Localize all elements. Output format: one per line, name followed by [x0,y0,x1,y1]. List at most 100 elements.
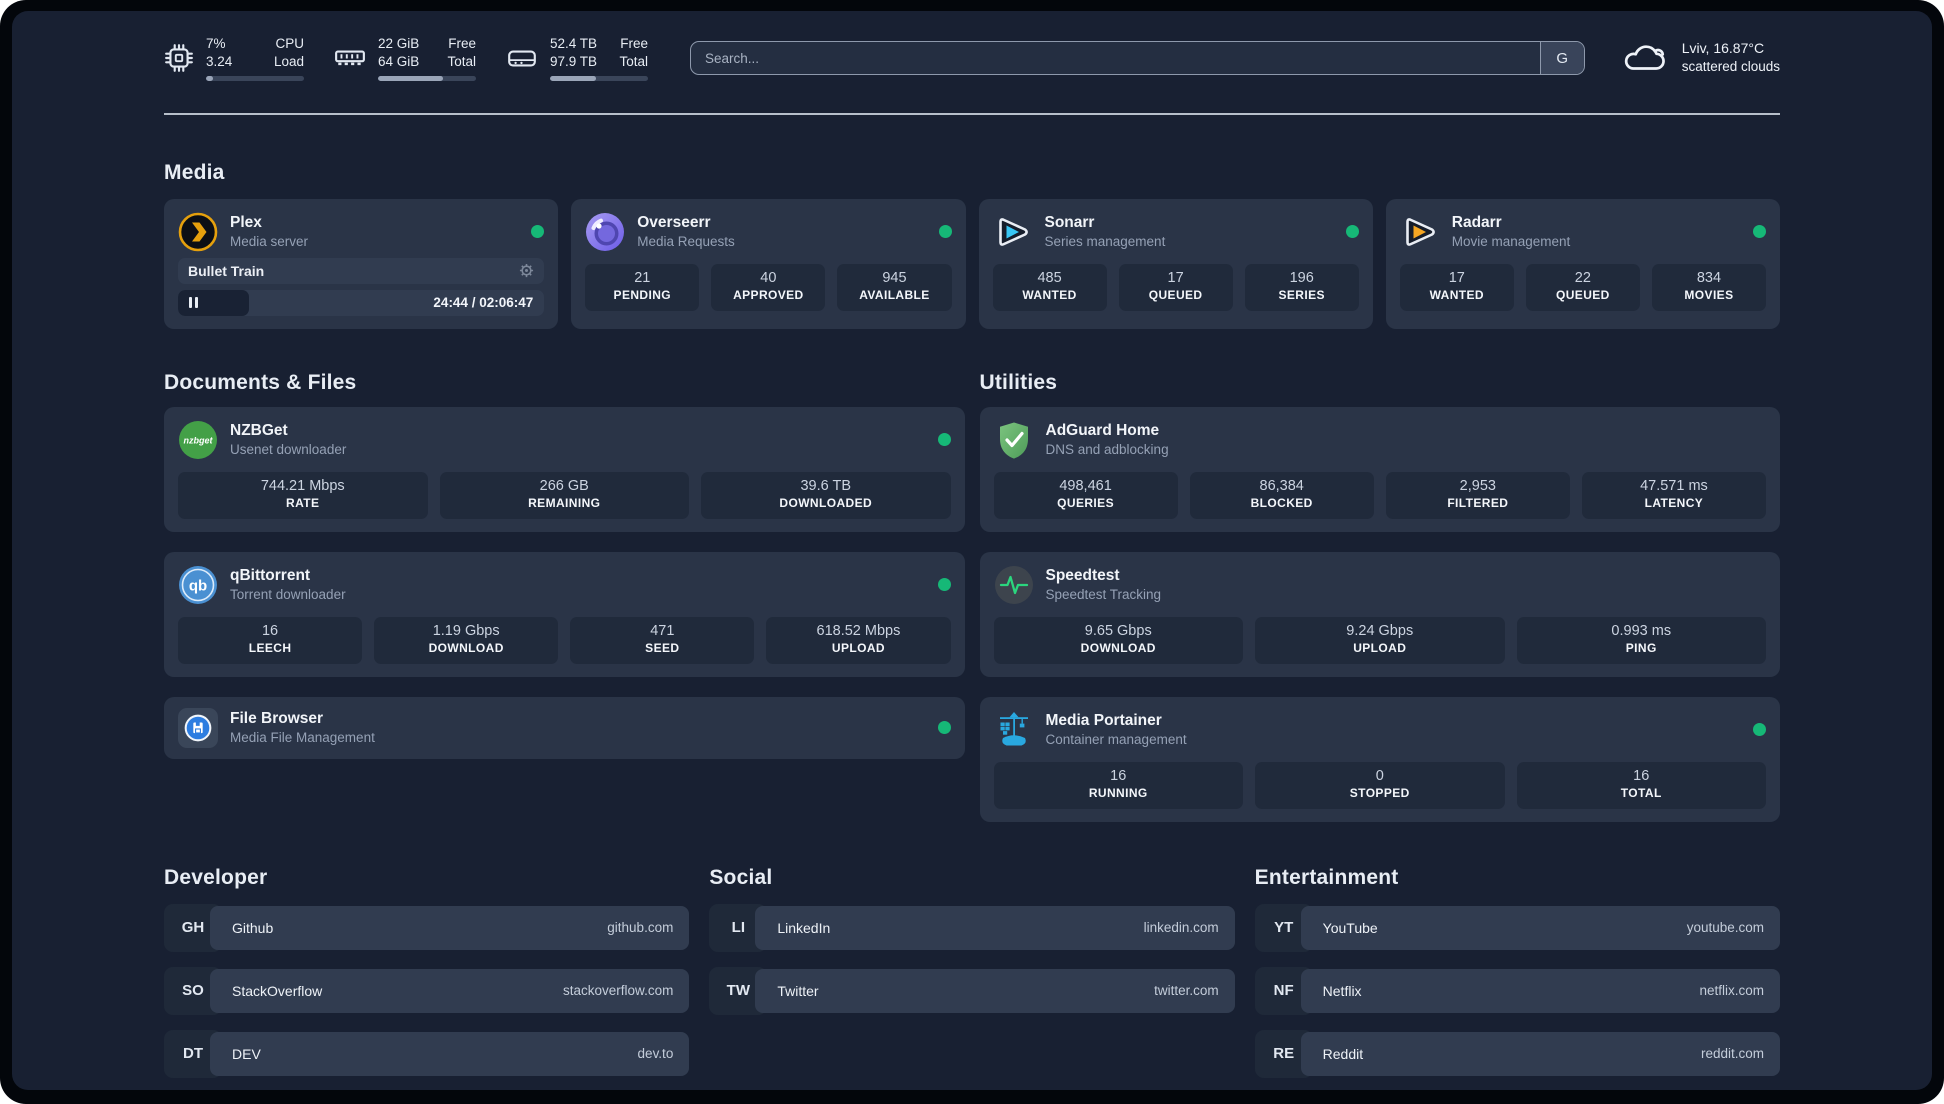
header: 7% CPU 3.24 Load 22 GiB Free 64 GiB Total [164,33,1780,83]
stat-tile: 498,461 QUERIES [993,471,1178,519]
link-twitter[interactable]: TW Twitter twitter.com [709,966,1235,1015]
stat-label: PING [1625,641,1657,656]
stat-tile: 744.21 Mbps RATE [178,471,428,519]
app-card-radarr[interactable]: Radarr Movie management 17 WANTED 22 QUEUE… [1385,198,1780,329]
header-divider [164,113,1780,115]
link-name: LinkedIn [777,919,831,936]
stat-tile: 1.19 Gbps DOWNLOAD [374,616,559,664]
memory-icon [335,50,365,66]
stat-label: LATENCY [1644,496,1704,511]
section-title-entertainment: Entertainment [1254,865,1399,889]
stat-label: WANTED [1022,288,1077,303]
status-dot [938,225,952,238]
storage-total: 97.9 TB [550,54,598,69]
playback-progress-bar[interactable]: 24:44 / 02:06:47 [178,289,545,316]
stat-tile: 86,384 BLOCKED [1189,471,1374,519]
link-github[interactable]: GH Github github.com [164,903,690,952]
adguard-icon [999,422,1028,459]
card-subtitle: Movie management [1451,233,1571,249]
entertainment-links: YT YouTube youtube.com NF Netflix netflix.… [1254,903,1780,1091]
stat-tile: 834 MOVIES [1651,263,1766,311]
app-card-plex[interactable]: Plex Media server Bullet Train 24:44 / 0… [164,198,559,329]
stat-label: REMAINING [528,496,601,511]
stat-tile: 485 WANTED [992,263,1107,311]
stat-tile: 9.65 Gbps DOWNLOAD [993,616,1243,664]
stat-label: PENDING [613,288,672,303]
stat-label: WANTED [1429,288,1484,303]
card-title: qBittorrent [230,566,311,584]
system-metrics: 7% CPU 3.24 Load 22 GiB Free 64 GiB Total [164,35,648,81]
svg-text:nzbget: nzbget [184,435,214,445]
link-reddit[interactable]: RE Reddit reddit.com [1254,1029,1780,1078]
load-label: Load [273,54,304,69]
card-title: Radarr [1451,213,1502,231]
status-dot [531,225,545,238]
section-title-social: Social [709,865,773,889]
status-dot [1753,723,1766,736]
stat-label: FILTERED [1447,496,1509,511]
section-title-utilities: Utilities [979,370,1058,394]
link-stackoverflow[interactable]: SO StackOverflow stackoverflow.com [164,966,690,1015]
link-name: Reddit [1322,1045,1364,1062]
memory-progress-bar [378,75,476,81]
link-url: youtube.com [1686,920,1764,935]
link-dev[interactable]: DT DEV dev.to [164,1029,690,1078]
stat-tile: 9.24 Gbps UPLOAD [1255,616,1505,664]
stat-label: DOWNLOAD [428,641,504,656]
link-name: Twitter [777,982,819,999]
radarr-icon [1405,217,1435,246]
memory-free: 22 GiB [378,36,420,52]
stat-tile: 47.571 ms LATENCY [1581,471,1766,519]
app-card-filebrowser[interactable]: File Browser Media File Management [164,696,965,759]
app-card-sonarr[interactable]: Sonarr Series management 485 WANTED 17 QUE… [978,198,1373,329]
storage-metric: 52.4 TB Free 97.9 TB Total [506,35,648,81]
stat-value: 17 [1167,270,1184,287]
memory-free-label: Free [448,36,476,52]
card-title: Overseerr [637,213,711,231]
now-playing-row: Bullet Train [178,257,545,284]
app-card-overseerr[interactable]: Overseerr Media Requests 21 PENDING 40 APP… [571,198,966,329]
app-card-adguard[interactable]: AdGuard Home DNS and adblocking 498,461 Q… [979,406,1780,532]
section-title-documents: Documents & Files [164,370,357,394]
app-card-qbittorrent[interactable]: qb qBittorrent Torrent downloader 16 LEEC… [164,551,965,677]
stat-label: SERIES [1278,288,1325,303]
storage-progress-bar [550,75,648,81]
stat-label: LEECH [248,641,292,656]
stat-value: 39.6 TB [800,478,852,495]
search-input[interactable] [691,42,1540,74]
link-netflix[interactable]: NF Netflix netflix.com [1254,966,1780,1015]
cloud-icon [1624,45,1665,70]
link-linkedin[interactable]: LI LinkedIn linkedin.com [709,903,1235,952]
stat-tile: 266 GB REMAINING [439,471,689,519]
section-title-developer: Developer [164,865,268,889]
cpu-icon [165,44,193,72]
stat-value: 945 [882,270,907,287]
card-title: NZBGet [230,421,288,439]
plex-icon [178,212,218,251]
card-subtitle: Media Requests [637,233,735,249]
link-url: stackoverflow.com [563,983,674,998]
search-engine-button[interactable]: G [1539,42,1584,74]
developer-links: GH Github github.com SO StackOverflow stac… [164,903,690,1091]
gear-icon[interactable] [519,263,534,278]
link-url: github.com [607,920,674,935]
stat-value: 744.21 Mbps [260,478,345,495]
stat-label: UPLOAD [1353,641,1407,656]
stat-label: APPROVED [733,288,804,303]
link-youtube[interactable]: YT YouTube youtube.com [1254,903,1780,952]
app-card-speedtest[interactable]: Speedtest Speedtest Tracking 9.65 Gbps DO… [979,551,1780,677]
stat-tile: 945 AVAILABLE [837,263,952,311]
stat-label: RUNNING [1088,786,1148,801]
link-url: reddit.com [1700,1046,1764,1061]
cpu-label: CPU [275,36,304,52]
pause-icon[interactable] [189,297,198,308]
stat-label: DOWNLOAD [1080,641,1156,656]
app-card-portainer[interactable]: Media Portainer Container management 16 R… [979,696,1780,822]
stat-tile: 2,953 FILTERED [1385,471,1570,519]
stat-value: 21 [634,270,651,287]
link-url: netflix.com [1699,983,1764,998]
status-dot [937,433,951,446]
app-card-nzbget[interactable]: nzbget NZBGet Usenet downloader 744.21 M… [164,406,965,532]
status-dot [937,578,951,591]
stat-tile: 17 QUEUED [1118,263,1233,311]
